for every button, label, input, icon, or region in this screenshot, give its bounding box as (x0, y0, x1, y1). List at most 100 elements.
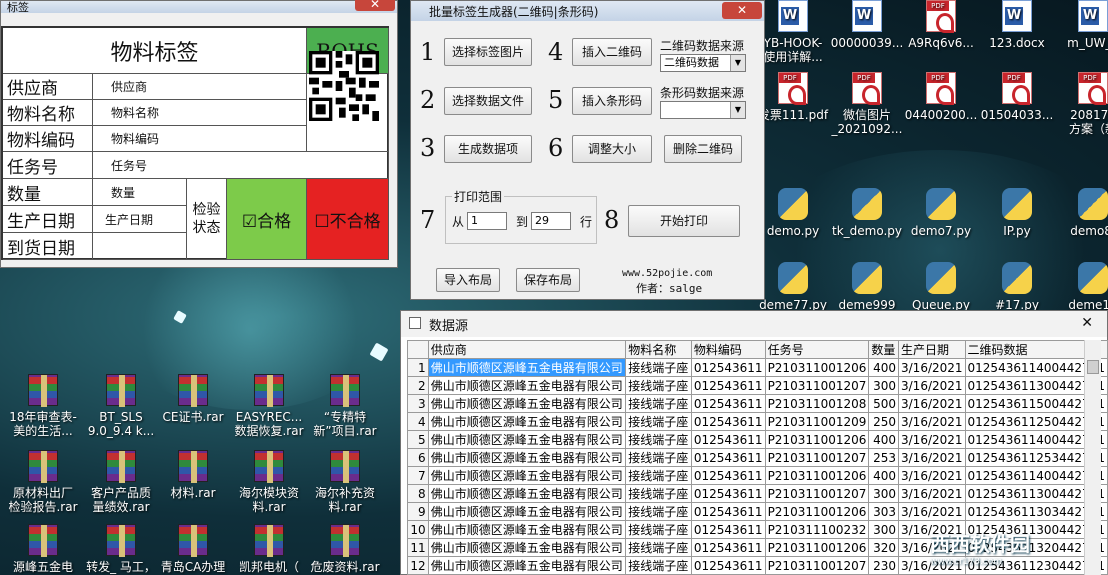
grid-cell[interactable]: P210311001207 (764, 448, 870, 467)
generate-data-button[interactable]: 生成数据项 (444, 135, 532, 163)
desktop-icon[interactable]: 00000039... (826, 0, 908, 74)
grid-row[interactable]: 4 佛山市顺德区源峰五金电器有限公司 接线端子座 012543611 P21031100… (407, 412, 1108, 431)
site-link[interactable]: www.52pojie.com (622, 268, 712, 279)
desktop-icon[interactable]: A9Rq6v6... (900, 0, 982, 74)
grid-cell[interactable]: 300 (868, 520, 899, 539)
grid-cell[interactable]: 012543611 (690, 466, 766, 485)
grid-cell[interactable]: 253 (868, 448, 899, 467)
grid-cell[interactable]: 3/16/2021 (898, 502, 966, 521)
grid-cell[interactable]: 300 (868, 376, 899, 395)
grid-cell[interactable]: 3/16/2021 (898, 412, 966, 431)
grid-column-header[interactable]: 数量 (868, 340, 899, 359)
grid-cell[interactable]: 3/16/2021 (898, 484, 966, 503)
grid-cell[interactable]: 接线端子座 (625, 376, 692, 395)
grid-cell[interactable]: 佛山市顺德区源峰五金电器有限公司 (427, 484, 627, 503)
resize-button[interactable]: 调整大小 (572, 135, 652, 163)
grid-cell[interactable]: P210311001206 (764, 466, 870, 485)
desktop-icon[interactable]: 材料.rar (152, 450, 234, 524)
grid-cell[interactable]: 佛山市顺德区源峰五金电器有限公司 (427, 520, 627, 539)
label-value-production-date[interactable]: 生产日期 (93, 206, 187, 233)
grid-cell[interactable]: 012543611 (690, 484, 766, 503)
desktop-icon[interactable]: 客户产品质 量绩效.rar (80, 450, 162, 524)
grid-column-header[interactable]: 任务号 (764, 340, 870, 359)
chevron-down-icon[interactable]: ▼ (730, 55, 745, 71)
grid-cell[interactable]: 佛山市顺德区源峰五金电器有限公司 (427, 556, 627, 575)
label-value-quantity[interactable]: 数量 (93, 179, 187, 206)
desktop-icon[interactable]: 123.docx (976, 0, 1058, 74)
grid-row[interactable]: 6 佛山市顺德区源峰五金电器有限公司 接线端子座 012543611 P21031100… (407, 448, 1108, 467)
desktop-icon[interactable]: BT_SLS 9.0_9.4 k... (80, 374, 162, 448)
grid-cell[interactable]: P210311001206 (764, 430, 870, 449)
grid-cell[interactable]: 250 (868, 412, 899, 431)
grid-row[interactable]: 7 佛山市顺德区源峰五金电器有限公司 接线端子座 012543611 P21031100… (407, 466, 1108, 485)
select-data-button[interactable]: 选择数据文件 (444, 87, 532, 115)
grid-cell[interactable]: 接线端子座 (625, 484, 692, 503)
grid-cell[interactable]: 012543611 (690, 394, 766, 413)
grid-row[interactable]: 1 佛山市顺德区源峰五金电器有限公司 接线端子座 012543611 P21031100… (407, 358, 1108, 377)
grid-cell[interactable]: 012543611 (690, 412, 766, 431)
label-window-close-button[interactable]: ✕ (355, 0, 395, 11)
desktop-icon[interactable]: demo8. (1052, 188, 1108, 262)
generator-close-button[interactable]: ✕ (722, 2, 762, 19)
grid-cell[interactable]: P210311001208 (764, 394, 870, 413)
grid-cell[interactable]: 3/16/2021 (898, 358, 966, 377)
desktop-icon[interactable]: 01504033... (976, 72, 1058, 146)
delete-qr-button[interactable]: 删除二维码 (664, 135, 742, 163)
grid-cell[interactable]: 012543611 (690, 556, 766, 575)
desktop-icon[interactable]: 青岛CA办理 (152, 524, 234, 575)
grid-row[interactable]: 5 佛山市顺德区源峰五金电器有限公司 接线端子座 012543611 P21031100… (407, 430, 1108, 449)
grid-cell[interactable]: 接线端子座 (625, 394, 692, 413)
select-image-button[interactable]: 选择标签图片 (444, 38, 532, 66)
qr-code-icon[interactable] (309, 51, 379, 121)
grid-column-header[interactable]: 物料名称 (625, 340, 692, 359)
grid-cell[interactable]: 接线端子座 (625, 502, 692, 521)
grid-row[interactable]: 9 佛山市顺德区源峰五金电器有限公司 接线端子座 012543611 P21031100… (407, 502, 1108, 521)
desktop-icon[interactable]: 源峰五金电 (2, 524, 84, 575)
grid-column-header[interactable]: 生产日期 (898, 340, 966, 359)
desktop-icon[interactable]: demo7.py (900, 188, 982, 262)
grid-cell[interactable]: 佛山市顺德区源峰五金电器有限公司 (427, 502, 627, 521)
grid-cell[interactable]: 接线端子座 (625, 466, 692, 485)
grid-row[interactable]: 3 佛山市顺德区源峰五金电器有限公司 接线端子座 012543611 P21031100… (407, 394, 1108, 413)
grid-cell[interactable]: 012543611 (690, 538, 766, 557)
insert-barcode-button[interactable]: 插入条形码 (572, 87, 652, 115)
grid-cell[interactable]: 接线端子座 (625, 358, 692, 377)
to-input[interactable]: 29 (531, 212, 571, 230)
grid-cell[interactable]: P210311001206 (764, 358, 870, 377)
grid-column-header[interactable]: 物料编码 (690, 340, 766, 359)
desktop-icon[interactable]: 18年审查表- 美的生活... (2, 374, 84, 448)
desktop-icon[interactable]: 208170 方案（新 (1052, 72, 1108, 146)
insert-qr-button[interactable]: 插入二维码 (572, 38, 652, 66)
grid-cell[interactable]: 3/16/2021 (898, 466, 966, 485)
grid-cell[interactable]: 3/16/2021 (898, 394, 966, 413)
grid-cell[interactable]: P210311001207 (764, 556, 870, 575)
grid-cell[interactable]: P210311001206 (764, 538, 870, 557)
desktop-icon[interactable]: m_UW_Y (1052, 0, 1108, 74)
desktop-icon[interactable]: CE证书.rar (152, 374, 234, 448)
grid-cell[interactable]: 3/16/2021 (898, 376, 966, 395)
desktop-icon[interactable]: EASYREC... 数据恢复.rar (228, 374, 310, 448)
start-print-button[interactable]: 开始打印 (628, 205, 740, 237)
grid-cell[interactable]: 接线端子座 (625, 520, 692, 539)
grid-cell[interactable]: 012543611 (690, 448, 766, 467)
label-value-material-name[interactable]: 物料名称 (93, 100, 307, 126)
desktop-icon[interactable]: 海尔模块资 料.rar (228, 450, 310, 524)
grid-cell[interactable]: 012543611 (690, 520, 766, 539)
grid-cell[interactable]: 接线端子座 (625, 538, 692, 557)
grid-row[interactable]: 2 佛山市顺德区源峰五金电器有限公司 接线端子座 012543611 P21031100… (407, 376, 1108, 395)
grid-cell[interactable]: 接线端子座 (625, 430, 692, 449)
label-value-arrival-date[interactable] (93, 233, 187, 260)
grid-cell[interactable]: 佛山市顺德区源峰五金电器有限公司 (427, 466, 627, 485)
grid-cell[interactable]: 012543611 (690, 430, 766, 449)
desktop-icon[interactable]: tk_demo.py (826, 188, 908, 262)
desktop-icon[interactable]: IP.py (976, 188, 1058, 262)
qr-source-select[interactable]: 二维码数据 ▼ (660, 54, 746, 72)
grid-cell[interactable]: 佛山市顺德区源峰五金电器有限公司 (427, 394, 627, 413)
desktop-icon[interactable]: 海尔补充资 料.rar (304, 450, 386, 524)
label-value-supplier[interactable]: 供应商 (93, 74, 307, 100)
label-value-material-code[interactable]: 物料编码 (93, 126, 307, 152)
grid-cell[interactable]: P210311001206 (764, 502, 870, 521)
grid-cell[interactable]: 佛山市顺德区源峰五金电器有限公司 (427, 412, 627, 431)
desktop-icon[interactable]: 04400200... (900, 72, 982, 146)
grid-cell[interactable]: 3/16/2021 (898, 430, 966, 449)
